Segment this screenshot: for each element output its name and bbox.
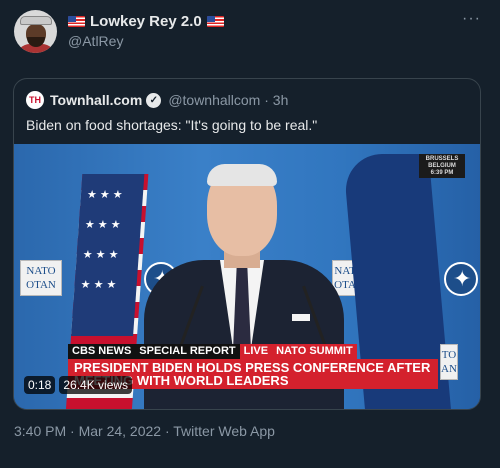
video-views: 26.4K views: [59, 376, 133, 394]
author-handle[interactable]: @AtlRey: [68, 33, 123, 49]
sign-text: TO: [441, 349, 457, 361]
video-player[interactable]: NATO OTAN NATO OTAN: [14, 144, 480, 409]
cbs-news-logo: CBS NEWS: [68, 344, 136, 359]
live-label: LIVE: [239, 344, 273, 359]
location-time: 6:39 PM: [430, 170, 454, 176]
quoted-author-name: Townhall.com: [50, 92, 143, 108]
topic-label: NATO SUMMIT: [272, 344, 357, 359]
chyron-top-bar: CBS NEWS SPECIAL REPORT LIVE NATO SUMMIT: [68, 344, 438, 359]
author-name-row[interactable]: Lowkey Rey 2.0: [68, 13, 224, 30]
nato-sign-left: NATO OTAN: [20, 260, 62, 296]
video-stats: 0:18 26.4K views: [24, 376, 133, 394]
location-bug: BRUSSELS BELGIUM 6:39 PM: [419, 154, 465, 178]
verified-badge-icon: ✓: [146, 92, 162, 108]
tweet: Lowkey Rey 2.0 @AtlRey ··· TH Townhall.c…: [0, 0, 500, 468]
quoted-text: Biden on food shortages: "It's going to …: [26, 117, 318, 133]
townhall-logo-icon: TH: [26, 91, 44, 109]
location-city: BRUSSELS: [425, 156, 459, 162]
tweet-timestamp[interactable]: 3:40 PM · Mar 24, 2022 · Twitter Web App: [14, 423, 275, 439]
sign-text: OTAN: [26, 279, 56, 291]
sign-text: NATO: [26, 265, 56, 277]
avatar[interactable]: [14, 10, 57, 53]
nato-emblem-icon: [444, 262, 478, 296]
nato-sign-right: TO AN: [440, 344, 458, 380]
special-report-label: SPECIAL REPORT: [135, 344, 240, 359]
pocket-square: [292, 314, 310, 321]
location-country: BELGIUM: [428, 163, 456, 169]
quoted-handle-time: @townhallcom · 3h: [168, 92, 289, 108]
sign-text: AN: [441, 363, 457, 375]
video-duration: 0:18: [24, 376, 56, 394]
author-display-name[interactable]: Lowkey Rey 2.0: [90, 13, 202, 30]
quoted-tweet[interactable]: TH Townhall.com ✓ @townhallcom · 3h Bide…: [13, 78, 481, 410]
more-options-icon[interactable]: ···: [462, 10, 481, 28]
avatar-hat: [20, 16, 52, 25]
quoted-header: TH Townhall.com ✓ @townhallcom · 3h: [26, 91, 288, 109]
speaker-hair: [207, 164, 277, 186]
us-flag-icon: [206, 16, 224, 27]
us-flag-icon: [68, 16, 85, 27]
